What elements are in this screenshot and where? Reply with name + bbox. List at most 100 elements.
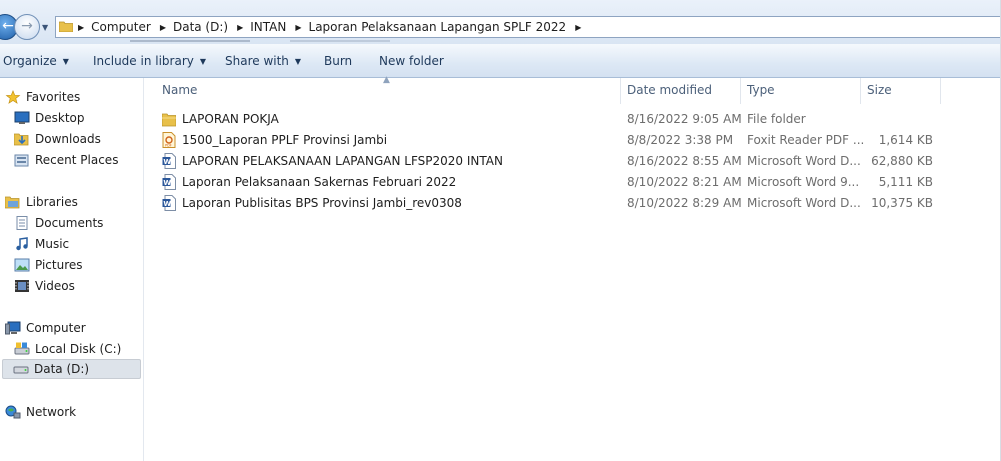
- breadcrumb-data-drive[interactable]: Data (D:): [173, 20, 228, 34]
- sidebar-item-label: Documents: [35, 216, 104, 230]
- star-icon: [5, 90, 21, 104]
- forward-arrow-icon: →: [21, 18, 33, 34]
- sidebar-item-data-drive-selected[interactable]: Data (D:): [2, 359, 141, 379]
- new-folder-button[interactable]: New folder: [379, 54, 444, 68]
- libraries-icon: [5, 196, 20, 209]
- file-size: 62,880 KB: [871, 154, 933, 168]
- file-size: 10,375 KB: [871, 196, 933, 210]
- sort-ascending-icon: ▲: [383, 75, 390, 85]
- column-divider[interactable]: [860, 78, 861, 104]
- column-header-size[interactable]: Size: [867, 83, 892, 97]
- sidebar-item-recent-places[interactable]: Recent Places: [14, 153, 118, 167]
- sidebar-item-downloads[interactable]: Downloads: [14, 132, 101, 146]
- sidebar-item-documents[interactable]: Documents: [14, 216, 103, 230]
- file-row-laporan-pplf[interactable]: PDF 1500_Laporan PPLF Provinsi Jambi 8/8…: [160, 130, 940, 151]
- file-name: LAPORAN POKJA: [182, 112, 279, 126]
- column-divider[interactable]: [940, 78, 941, 104]
- sidebar-item-label: Network: [26, 405, 77, 419]
- column-header-type[interactable]: Type: [747, 83, 775, 97]
- sidebar-item-label: Libraries: [26, 195, 78, 209]
- folder-icon: [162, 113, 176, 127]
- sidebar-item-videos[interactable]: Videos: [14, 279, 75, 293]
- file-size: 5,111 KB: [878, 175, 933, 189]
- forward-button[interactable]: →: [14, 14, 40, 40]
- sidebar-item-desktop[interactable]: Desktop: [14, 111, 85, 125]
- svg-text:W: W: [163, 179, 171, 187]
- desktop-icon: [14, 111, 30, 124]
- sidebar-item-label: Music: [35, 237, 70, 251]
- sidebar-item-label: Recent Places: [35, 153, 119, 167]
- recent-pages-dropdown[interactable]: ▼: [42, 23, 48, 32]
- file-date-modified: 8/16/2022 8:55 AM: [627, 154, 742, 168]
- file-name: Laporan Publisitas BPS Provinsi Jambi_re…: [182, 196, 462, 210]
- breadcrumb-current-folder[interactable]: Laporan Pelaksanaan Lapangan SPLF 2022: [309, 20, 567, 34]
- sidebar-item-local-disk[interactable]: Local Disk (C:): [14, 342, 121, 356]
- breadcrumb-computer[interactable]: Computer: [91, 20, 151, 34]
- chevron-right-icon[interactable]: ▶: [237, 23, 243, 32]
- organize-label: Organize: [3, 54, 57, 68]
- file-date-modified: 8/16/2022 9:05 AM: [627, 112, 742, 126]
- file-row-laporan-publisitas[interactable]: W Laporan Publisitas BPS Provinsi Jambi_…: [160, 193, 940, 214]
- sidebar-item-pictures[interactable]: Pictures: [14, 258, 83, 272]
- file-type: Foxit Reader PDF ...: [747, 133, 865, 147]
- file-row-laporan-pelaksanaan-lapangan[interactable]: W LAPORAN PELAKSANAAN LAPANGAN LFSP2020 …: [160, 151, 940, 172]
- file-size: 1,614 KB: [878, 133, 933, 147]
- sidebar-item-favorites[interactable]: Favorites: [5, 90, 80, 104]
- file-date-modified: 8/10/2022 8:29 AM: [627, 196, 742, 210]
- chevron-right-icon[interactable]: ▶: [78, 23, 84, 32]
- sidebar-item-label: Favorites: [26, 90, 81, 104]
- column-divider[interactable]: [740, 78, 741, 104]
- music-icon: [16, 237, 28, 251]
- chevron-right-icon[interactable]: ▶: [575, 23, 581, 32]
- include-in-library-button[interactable]: Include in library ▼: [93, 54, 206, 68]
- sidebar-item-libraries[interactable]: Libraries: [5, 195, 78, 209]
- word-file-icon: W: [162, 195, 176, 211]
- computer-icon: [5, 321, 21, 335]
- navigation-pane: Favorites Desktop Downloads Recent Place…: [0, 78, 144, 461]
- sidebar-item-label: Pictures: [35, 258, 83, 272]
- include-in-library-label: Include in library: [93, 54, 194, 68]
- divider: [130, 40, 250, 42]
- share-with-label: Share with: [225, 54, 289, 68]
- downloads-icon: [14, 133, 29, 146]
- documents-icon: [16, 216, 28, 230]
- chevron-down-icon: ▼: [199, 57, 207, 66]
- file-name: Laporan Pelaksanaan Sakernas Februari 20…: [182, 175, 457, 189]
- column-header-date-modified[interactable]: Date modified: [627, 83, 712, 97]
- chevron-right-icon[interactable]: ▶: [295, 23, 301, 32]
- file-type: Microsoft Word 9...: [747, 175, 860, 189]
- network-icon: [5, 405, 21, 419]
- file-row-laporan-pokja[interactable]: LAPORAN POKJA 8/16/2022 9:05 AM File fol…: [160, 109, 940, 130]
- address-bar[interactable]: ▶ Computer ▶ Data (D:) ▶ INTAN ▶ Laporan Pelaks…: [55, 16, 1001, 38]
- sidebar-item-computer[interactable]: Computer: [5, 321, 86, 335]
- recent-places-icon: [14, 154, 29, 167]
- column-header-name[interactable]: Name: [162, 83, 197, 97]
- svg-text:W: W: [163, 200, 171, 208]
- sidebar-item-label: Desktop: [35, 111, 85, 125]
- sidebar-item-label: Data (D:): [34, 362, 90, 376]
- svg-text:W: W: [163, 158, 171, 166]
- breadcrumb: ▶ Computer ▶ Data (D:) ▶ INTAN ▶ Laporan Pelaks…: [78, 20, 588, 34]
- share-with-button[interactable]: Share with ▼: [225, 54, 301, 68]
- file-type: Microsoft Word D...: [747, 154, 861, 168]
- organize-button[interactable]: Organize ▼: [3, 54, 69, 68]
- pictures-icon: [14, 258, 30, 272]
- word-file-icon: W: [162, 153, 176, 169]
- navigation-bar: ← → ▼ ▶ Computer ▶ Data (D:) ▶ INTAN ▶ Laporan …: [0, 0, 1001, 44]
- videos-icon: [15, 280, 29, 292]
- burn-button[interactable]: Burn: [324, 54, 352, 68]
- folder-icon: [59, 21, 73, 32]
- sidebar-item-label: Local Disk (C:): [35, 342, 122, 356]
- chevron-right-icon[interactable]: ▶: [160, 23, 166, 32]
- breadcrumb-intan[interactable]: INTAN: [250, 20, 286, 34]
- sidebar-item-network[interactable]: Network: [5, 405, 76, 419]
- pdf-file-icon: PDF: [162, 132, 176, 148]
- file-name: 1500_Laporan PPLF Provinsi Jambi: [182, 133, 388, 147]
- svg-text:PDF: PDF: [165, 144, 172, 148]
- file-row-laporan-sakernas[interactable]: W Laporan Pelaksanaan Sakernas Februari …: [160, 172, 940, 193]
- file-date-modified: 8/8/2022 3:38 PM: [627, 133, 734, 147]
- column-divider[interactable]: [620, 78, 621, 104]
- sidebar-item-music[interactable]: Music: [14, 237, 69, 251]
- file-name: LAPORAN PELAKSANAAN LAPANGAN LFSP2020 IN…: [182, 154, 503, 168]
- sidebar-item-label: Computer: [26, 321, 86, 335]
